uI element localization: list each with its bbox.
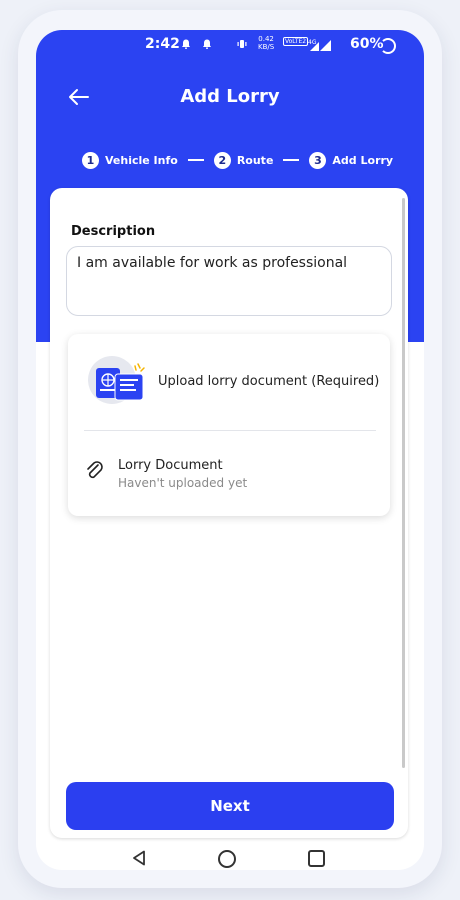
- network-speed: 0.42 KB/S: [258, 35, 275, 51]
- step-label: Route: [236, 153, 274, 167]
- step-number: 2: [213, 151, 231, 169]
- step-vehicle-info: 1 Vehicle Info: [82, 151, 178, 169]
- app-screen: 2:42 0.42 KB/S VoLTE2 4G 60% Add Lorry 1…: [36, 30, 424, 870]
- bell-icon: [182, 39, 190, 49]
- upload-title: Upload lorry document (Required): [158, 374, 380, 389]
- system-nav-bar: [36, 840, 424, 870]
- status-time: 2:42: [145, 36, 180, 52]
- step-number: 1: [82, 151, 99, 169]
- progress-stepper: 1 Vehicle Info 2 Route 3 Add Lorry: [82, 150, 393, 170]
- document-status: Haven't uploaded yet: [118, 476, 248, 490]
- upload-document-card[interactable]: Upload lorry document (Required) Lorry D…: [68, 334, 390, 516]
- nav-recents-icon[interactable]: [308, 850, 325, 867]
- step-divider: [283, 159, 300, 161]
- signal-icon: 4G: [308, 39, 331, 51]
- battery-icon: [380, 38, 396, 54]
- nav-back-icon[interactable]: [132, 850, 146, 866]
- step-add-lorry: 3 Add Lorry: [309, 151, 394, 169]
- paperclip-icon: [87, 461, 103, 479]
- step-number: 3: [309, 151, 327, 169]
- svg-text:4G: 4G: [308, 39, 317, 46]
- description-label: Description: [71, 224, 156, 239]
- battery-percent: 60%: [350, 36, 384, 52]
- step-label: Vehicle Info: [105, 153, 178, 167]
- step-route: 2 Route: [213, 151, 274, 169]
- document-name: Lorry Document: [118, 458, 223, 473]
- divider: [84, 430, 376, 431]
- step-divider: [187, 159, 204, 161]
- scrollbar[interactable]: [402, 198, 405, 768]
- vibrate-icon: [237, 40, 247, 48]
- volte-badge: VoLTE2: [283, 37, 309, 46]
- passport-document-icon: [88, 356, 145, 404]
- step-label: Add Lorry: [332, 153, 394, 167]
- next-button[interactable]: Next: [66, 782, 394, 830]
- nav-home-icon[interactable]: [218, 850, 236, 868]
- description-input[interactable]: I am available for work as professional: [66, 246, 392, 316]
- status-bar: 2:42 0.42 KB/S VoLTE2 4G 60%: [36, 30, 424, 60]
- bell-icon: [203, 39, 211, 49]
- page-title: Add Lorry: [180, 86, 280, 107]
